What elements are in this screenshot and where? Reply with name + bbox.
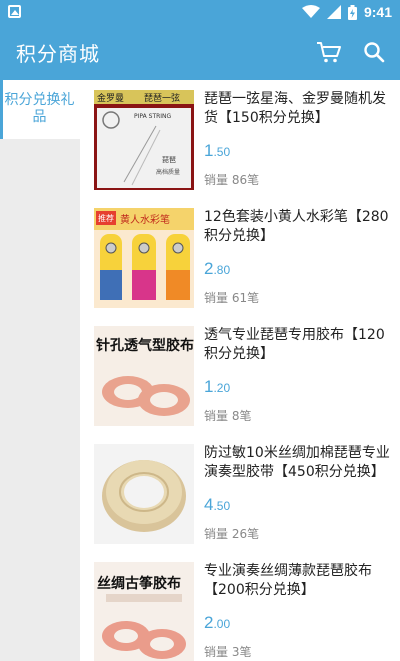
product-price: 4.50 <box>204 495 231 514</box>
product-price: 2.80 <box>204 259 231 278</box>
list-item[interactable]: 金罗曼 琵琶一弦 PIPA STRING 琵琶 高档质量 琵琶一弦星海、金罗曼随… <box>80 90 400 208</box>
status-time: 9:41 <box>363 4 392 20</box>
list-item[interactable]: 丝绸古筝胶布 专业演奏丝绸薄款琵琶胶布【200积分兑换】 2.00 销量 3笔 <box>80 562 400 661</box>
list-item[interactable]: 针孔透气型胶布 透气专业琵琶专用胶布【120积分兑换】 1.20 销量 8笔 <box>80 326 400 444</box>
svg-text:琵琶: 琵琶 <box>162 156 176 164</box>
image-icon <box>8 5 21 18</box>
product-name: 12色套装小黄人水彩笔【280积分兑换】 <box>204 209 389 244</box>
svg-text:高档质量: 高档质量 <box>156 168 180 176</box>
product-price: 1.20 <box>204 377 231 396</box>
product-image: 金罗曼 琵琶一弦 PIPA STRING 琵琶 高档质量 <box>94 90 194 190</box>
product-name: 透气专业琵琶专用胶布【120积分兑换】 <box>204 327 385 362</box>
product-sales: 销量 26笔 <box>204 527 260 541</box>
svg-text:推荐: 推荐 <box>98 213 114 223</box>
product-image: 推荐 黄人水彩笔 <box>94 208 194 308</box>
product-price: 1.50 <box>204 141 231 160</box>
status-bar: 9:41 <box>0 0 400 24</box>
product-name: 琵琶一弦星海、金罗曼随机发货【150积分兑换】 <box>204 91 386 126</box>
svg-text:金罗曼: 金罗曼 <box>97 92 124 104</box>
svg-text:针孔透气型胶布: 针孔透气型胶布 <box>95 337 194 354</box>
status-icons: 9:41 <box>301 0 392 24</box>
svg-text:丝绸古筝胶布: 丝绸古筝胶布 <box>97 575 181 592</box>
product-list: 金罗曼 琵琶一弦 PIPA STRING 琵琶 高档质量 琵琶一弦星海、金罗曼随… <box>80 80 400 661</box>
svg-text:琵琶一弦: 琵琶一弦 <box>144 92 180 104</box>
list-item[interactable]: 防过敏10米丝绸加棉琵琶专业演奏型胶带【450积分兑换】 4.50 销量 26笔 <box>80 444 400 562</box>
product-name: 专业演奏丝绸薄款琵琶胶布【200积分兑换】 <box>204 563 372 598</box>
battery-icon <box>347 4 357 20</box>
product-sales: 销量 61笔 <box>204 291 260 305</box>
app-bar: 积分商城 <box>0 24 400 80</box>
signal-icon <box>326 5 341 19</box>
product-image: 针孔透气型胶布 <box>94 326 194 426</box>
product-image: 丝绸古筝胶布 <box>94 562 194 661</box>
category-sidebar: 积分兑换礼品 <box>0 80 80 661</box>
svg-text:PIPA STRING: PIPA STRING <box>134 113 172 120</box>
product-price: 2.00 <box>204 613 231 632</box>
product-sales: 销量 8笔 <box>204 409 252 423</box>
product-image <box>94 444 194 544</box>
svg-text:黄人水彩笔: 黄人水彩笔 <box>120 213 170 226</box>
page-title: 积分商城 <box>16 42 100 66</box>
search-icon[interactable] <box>362 40 386 64</box>
product-name: 防过敏10米丝绸加棉琵琶专业演奏型胶带【450积分兑换】 <box>204 445 390 480</box>
wifi-icon <box>301 5 320 18</box>
product-sales: 销量 3笔 <box>204 645 252 659</box>
list-item[interactable]: 推荐 黄人水彩笔 12色套装小黄人水彩笔【280积分兑换】 2.80 销量 61… <box>80 208 400 326</box>
sidebar-item-gift-exchange[interactable]: 积分兑换礼品 <box>0 80 80 139</box>
product-sales: 销量 86笔 <box>204 173 260 187</box>
cart-icon[interactable] <box>316 40 342 64</box>
